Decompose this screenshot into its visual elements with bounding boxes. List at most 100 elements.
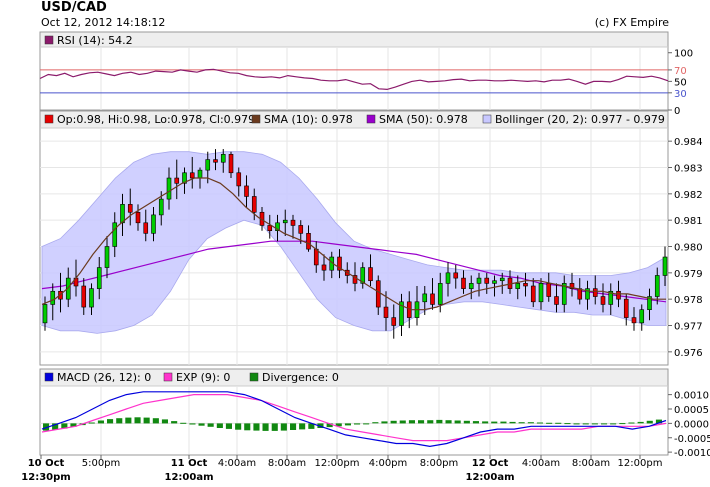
candle-body (174, 177, 180, 184)
divergence-bar (372, 422, 379, 424)
divergence-bar (527, 422, 534, 424)
divergence-bar (143, 417, 150, 424)
divergence-bar (472, 421, 479, 424)
x-tick-label: 12 Oct (472, 458, 509, 469)
candle-body (197, 169, 203, 179)
divergence-bar (97, 420, 104, 424)
divergence-bar (582, 423, 589, 425)
candle-body (290, 219, 296, 226)
candle-body (639, 309, 645, 324)
x-tick-label: 4:00am (218, 458, 256, 469)
candle-body (81, 285, 87, 308)
divergence-bar (555, 422, 562, 424)
divergence-bar (637, 421, 644, 424)
candle-body (484, 277, 490, 284)
divergence-bar (536, 422, 543, 424)
divergence-bar (280, 423, 287, 431)
candle-body (631, 317, 637, 324)
price-ytick-label: 0.979 (674, 269, 703, 280)
x-tick-label: 8:00am (268, 458, 306, 469)
price-ytick-label: 0.984 (674, 137, 703, 148)
divergence-bar (646, 420, 653, 424)
candle-body (616, 290, 621, 300)
candle-body (538, 283, 544, 303)
candle-body (120, 204, 125, 224)
x-tick-label: 4:00pm (369, 458, 408, 469)
divergence-bar (171, 421, 178, 424)
divergence-bar (390, 420, 397, 424)
candle-body (592, 288, 598, 297)
divergence-bar (564, 423, 571, 425)
divergence-bar (290, 423, 297, 430)
divergence-bar (253, 423, 260, 431)
divergence-bar (198, 423, 205, 426)
rsi-ytick-label: 70 (674, 66, 687, 77)
candle-body (476, 277, 482, 284)
rsi-ytick-label: 50 (674, 77, 687, 88)
candle-body (244, 185, 249, 197)
candle-body (546, 283, 552, 297)
candle-body (228, 154, 234, 174)
price-legend-swatch (482, 114, 492, 124)
divergence-bar (189, 423, 196, 425)
x-tick-label: 10 Oct (28, 458, 65, 469)
price-ytick-label: 0.977 (674, 322, 703, 333)
candle-body (430, 293, 435, 305)
candle-body (213, 159, 218, 163)
candle-body (422, 293, 428, 303)
divergence-bar (235, 423, 242, 430)
macd-ytick-label: -0.0005 (674, 434, 710, 445)
candle-body (437, 283, 443, 305)
candle-body (468, 283, 474, 289)
price-legend-swatch (44, 114, 54, 124)
candle-body (135, 211, 141, 224)
divergence-bar (601, 423, 608, 425)
divergence-bar (454, 420, 461, 424)
price-legend-swatch (366, 114, 376, 124)
macd-ytick-label: 0.0010 (674, 391, 709, 402)
candle-body (166, 177, 172, 200)
candle-body (127, 204, 133, 213)
candle-body (600, 296, 606, 305)
candle-body (662, 256, 668, 276)
candle-body (220, 154, 226, 163)
candle-body (530, 285, 536, 303)
price-ytick-label: 0.976 (674, 348, 703, 359)
divergence-bar (116, 418, 123, 424)
divergence-bar (408, 420, 415, 424)
divergence-bar (180, 422, 187, 424)
macd-legend-label: EXP (9): 0 (176, 371, 230, 384)
candle-body (189, 172, 195, 179)
x-tick-label: 4:00am (522, 458, 560, 469)
candle-body (368, 267, 373, 282)
macd-ytick-label: 0.0000 (674, 419, 709, 430)
candle-body (461, 277, 466, 289)
candle-body (499, 277, 505, 282)
price-legend-label: Bollinger (20, 2): 0.977 - 0.979 (495, 113, 665, 126)
divergence-bar (262, 423, 269, 431)
candle-body (383, 306, 389, 318)
candle-body (298, 225, 304, 234)
divergence-bar (354, 423, 361, 425)
candle-body (313, 248, 319, 266)
price-legend-swatch (251, 114, 261, 124)
candle-body (236, 172, 242, 187)
divergence-bar (518, 422, 525, 424)
divergence-bar (216, 423, 223, 428)
divergence-bar (244, 423, 251, 431)
rsi-legend-strip (40, 32, 668, 47)
x-tick-label: 5:00pm (82, 458, 121, 469)
divergence-bar (107, 419, 114, 424)
divergence-bar (271, 423, 278, 431)
macd-legend-swatch (163, 372, 173, 382)
divergence-bar (500, 421, 507, 424)
price-ytick-label: 0.982 (674, 190, 703, 201)
divergence-bar (427, 420, 434, 424)
candle-body (96, 267, 102, 289)
divergence-bar (299, 423, 306, 430)
candle-body (89, 288, 94, 308)
candle-body (50, 290, 56, 305)
divergence-bar (418, 420, 425, 424)
candle-body (654, 275, 660, 297)
divergence-bar (225, 423, 232, 429)
